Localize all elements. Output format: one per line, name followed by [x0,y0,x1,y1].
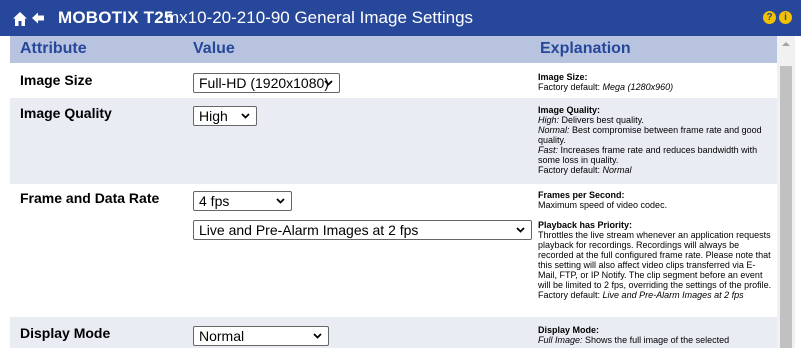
attribute-label: Image Size [20,72,93,88]
chevron-down-icon [516,227,525,233]
high-label: High: [538,115,560,125]
explanation-text: Image Quality: High: Delivers best quali… [538,105,762,175]
playback-priority-select[interactable]: Live and Pre-Alarm Images at 2 fps [193,220,532,240]
chevron-down-icon [313,333,322,339]
back-arrow-icon[interactable] [31,11,45,25]
explanation-title: Display Mode [538,325,597,335]
fast-text: Increases frame rate and reduces bandwid… [538,145,758,165]
explanation-text: Playback has Priority: Throttles the liv… [538,220,772,300]
vertical-scrollbar[interactable] [777,36,795,348]
chevron-down-icon [324,80,333,86]
column-header-explanation: Explanation [540,40,631,57]
help-icon[interactable]: ? [763,11,776,24]
home-icon[interactable] [12,11,28,27]
attribute-label: Frame and Data Rate [20,190,160,206]
factory-default-label: Factory default: [538,290,601,300]
explanation-title: Playback has Priority [538,220,630,230]
column-header-value: Value [193,40,235,57]
image-quality-value: High [199,108,228,124]
explanation-text: Frames per Second: Maximum speed of vide… [538,190,668,210]
image-size-select[interactable]: Full-HD (1920x1080) [193,73,340,93]
explanation-title: Image Quality [538,105,598,115]
factory-default-label: Factory default: [538,82,601,92]
factory-default-value: Mega (1280x960) [602,82,674,92]
fast-label: Fast: [538,145,559,155]
full-image-text: Shows the full image of the selected [585,335,730,345]
frame-rate-select[interactable]: 4 fps [193,191,292,211]
playback-priority-value: Live and Pre-Alarm Images at 2 fps [199,222,419,238]
brand-name: MOBOTIX T25 [58,8,174,27]
column-header-attribute: Attribute [20,40,87,57]
scrollbar-thumb[interactable] [780,66,792,348]
explanation-body: Throttles the live stream whenever an ap… [538,230,772,290]
table-row: Display Mode Normal Display Mode: Full I… [10,317,777,348]
attribute-label: Image Quality [20,105,112,121]
explanation-title: Frames per Second [538,190,622,200]
normal-label: Normal: [538,125,570,135]
table-row: Image Size Full-HD (1920x1080) Image Siz… [10,63,777,98]
chevron-down-icon [241,113,250,119]
table-row: Frame and Data Rate 4 fps Live and Pre-A… [10,184,777,317]
explanation-text: Display Mode: Full Image: Shows the full… [538,325,730,345]
factory-default-value: Normal [602,165,632,175]
table-header: Attribute Value Explanation [10,36,777,63]
factory-default-label: Factory default: [538,165,601,175]
image-size-value: Full-HD (1920x1080) [199,75,329,91]
table-row: Image Quality High Image Quality: High: … [10,98,777,184]
scroll-up-icon[interactable] [781,41,791,47]
frame-rate-value: 4 fps [199,193,230,209]
title-bar: MOBOTIX T25 mx10-20-210-90 General Image… [0,0,801,36]
attribute-label: Display Mode [20,325,111,341]
settings-table: Image Size Full-HD (1920x1080) Image Siz… [10,63,777,348]
display-mode-select[interactable]: Normal [193,326,329,346]
factory-default-value: Live and Pre-Alarm Images at 2 fps [602,290,744,300]
display-mode-value: Normal [199,328,245,344]
explanation-title: Image Size [538,72,585,82]
image-quality-select[interactable]: High [193,106,257,126]
normal-text: Best compromise between frame rate and g… [538,125,762,145]
chevron-down-icon [276,198,285,204]
high-text: Delivers best quality. [561,115,644,125]
info-icon[interactable]: i [779,11,792,24]
full-image-label: Full Image: [538,335,583,345]
explanation-body: Maximum speed of video codec. [538,200,668,210]
explanation-text: Image Size: Factory default: Mega (1280x… [538,72,674,92]
page-title: mx10-20-210-90 General Image Settings [165,8,474,27]
